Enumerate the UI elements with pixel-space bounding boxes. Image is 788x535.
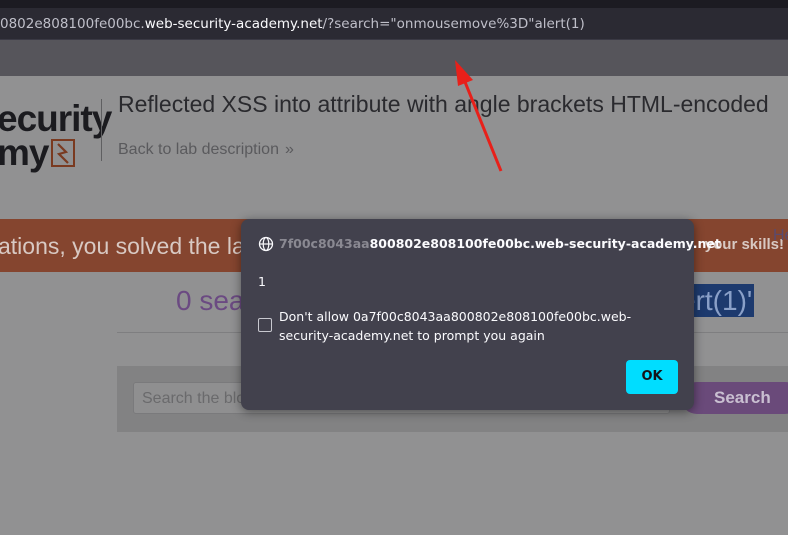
url-text[interactable]: 0802e808100fe00bc.web-security-academy.n… [0, 16, 585, 32]
logo-line-2: my [0, 134, 78, 171]
url-prefix: 0802e808100fe00bc. [0, 16, 145, 32]
solved-banner-text: ations, you solved the la [0, 233, 245, 259]
logo-icon [51, 139, 76, 167]
url-host: web-security-academy.net [144, 16, 323, 32]
dont-allow-label[interactable]: Don't allow 0a7f00c8043aa800802e808100fe… [279, 307, 684, 345]
url-path: /?search="onmousemove%3D"alert(1) [322, 16, 585, 32]
double-chevron-right-icon: » [284, 141, 294, 158]
dont-allow-checkbox[interactable] [258, 318, 272, 332]
toolbar-strip [0, 40, 788, 76]
dialog-origin-faded: 7f00c8043aa [279, 236, 370, 251]
home-link[interactable]: He [773, 227, 788, 245]
alert-dialog: 7f00c8043aa800802e808100fe00bc.web-secur… [241, 219, 721, 410]
lab-title: Reflected XSS into attribute with angle … [118, 91, 769, 117]
back-link-label: Back to lab description [118, 141, 279, 158]
dialog-origin-host: 800802e808100fe00bc.web-security-academy… [369, 236, 721, 251]
back-to-lab-link[interactable]: Back to lab description » [118, 141, 294, 159]
header-divider [101, 99, 102, 161]
globe-icon [258, 236, 274, 252]
dialog-origin: 7f00c8043aa800802e808100fe00bc.web-secur… [279, 236, 721, 251]
search-results-heading: 0 sea [176, 285, 245, 316]
address-bar[interactable]: 0802e808100fe00bc.web-security-academy.n… [0, 8, 788, 40]
window-top-bar [0, 0, 788, 8]
ok-button[interactable]: OK [626, 360, 678, 394]
dialog-message: 1 [258, 274, 266, 289]
search-button[interactable]: Search [681, 382, 788, 414]
